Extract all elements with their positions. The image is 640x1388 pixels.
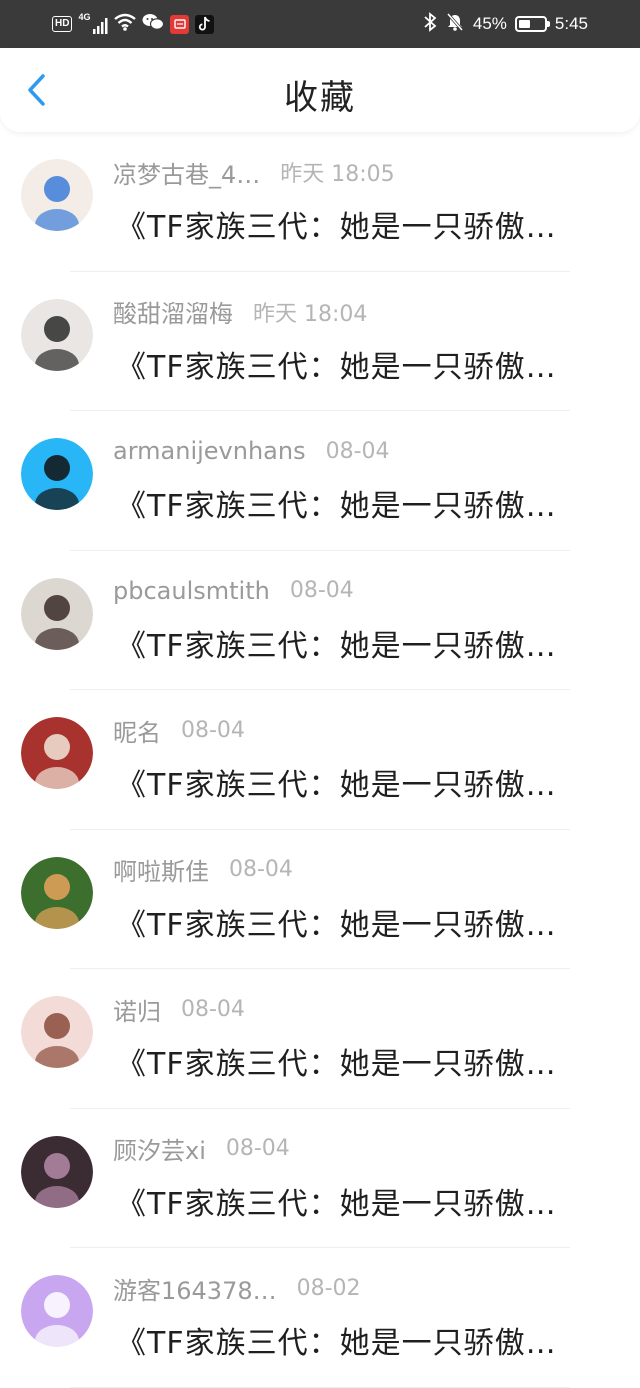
item-title[interactable]: 《TF家族三代：她是一只骄傲… xyxy=(116,202,616,246)
tiktok-icon xyxy=(195,14,215,34)
item-title[interactable]: 《TF家族三代：她是一只骄傲… xyxy=(116,1179,616,1223)
timestamp: 08-02 xyxy=(296,1275,361,1301)
bluetooth-icon xyxy=(423,11,437,37)
item-meta: 诺归 08-04 xyxy=(113,992,245,1027)
status-right: 45% 5:45 xyxy=(423,11,588,37)
item-title[interactable]: 《TF家族三代：她是一只骄傲… xyxy=(116,621,616,665)
username[interactable]: 啊啦斯佳 xyxy=(113,852,209,887)
cellular-signal-icon: 4G xyxy=(78,12,108,34)
favorites-list: 凉梦古巷_4… 昨天 18:05 《TF家族三代：她是一只骄傲… 酸甜溜溜梅 昨… xyxy=(0,132,640,1388)
item-title[interactable]: 《TF家族三代：她是一只骄傲… xyxy=(116,342,616,386)
list-item[interactable]: armanijevnhans 08-04 《TF家族三代：她是一只骄傲… xyxy=(0,411,640,551)
list-item[interactable]: 昵名 08-04 《TF家族三代：她是一只骄傲… xyxy=(0,690,640,830)
avatar[interactable] xyxy=(21,159,93,231)
status-left: HD 4G xyxy=(52,12,215,36)
timestamp: 08-04 xyxy=(225,1136,290,1161)
username[interactable]: 顾汐芸xi xyxy=(113,1131,206,1166)
page-header: 收藏 xyxy=(0,48,640,132)
username[interactable]: pbcaulsmtith xyxy=(113,577,270,605)
list-item[interactable]: pbcaulsmtith 08-04 《TF家族三代：她是一只骄傲… xyxy=(0,551,640,690)
item-meta: armanijevnhans 08-04 xyxy=(113,435,390,467)
username[interactable]: 诺归 xyxy=(113,992,161,1027)
username[interactable]: 昵名 xyxy=(113,713,161,748)
timestamp: 08-04 xyxy=(181,996,245,1022)
timestamp: 08-04 xyxy=(229,857,293,882)
username[interactable]: 凉梦古巷_4… xyxy=(113,155,260,190)
list-item[interactable]: 顾汐芸xi 08-04 《TF家族三代：她是一只骄傲… xyxy=(0,1109,640,1248)
wechat-icon xyxy=(142,13,165,36)
list-item[interactable]: 游客164378… 08-02 《TF家族三代：她是一只骄傲… xyxy=(0,1248,640,1388)
avatar[interactable] xyxy=(21,438,93,510)
avatar[interactable] xyxy=(21,1275,93,1347)
mute-bell-icon xyxy=(445,12,465,37)
username[interactable]: armanijevnhans xyxy=(113,437,306,465)
battery-percent: 45% xyxy=(472,14,507,33)
list-item[interactable]: 啊啦斯佳 08-04 《TF家族三代：她是一只骄傲… xyxy=(0,830,640,969)
avatar[interactable] xyxy=(21,298,93,371)
item-title[interactable]: 《TF家族三代：她是一只骄傲… xyxy=(116,1039,616,1083)
timestamp: 08-04 xyxy=(181,717,245,743)
item-title[interactable]: 《TF家族三代：她是一只骄傲… xyxy=(116,900,616,944)
status-bar: HD 4G 45% 5:45 xyxy=(0,0,640,48)
avatar[interactable] xyxy=(21,717,93,789)
timestamp: 昨天 18:05 xyxy=(280,162,395,187)
timestamp: 08-04 xyxy=(289,578,354,603)
avatar[interactable] xyxy=(21,856,93,929)
app-notification-icon xyxy=(170,14,190,34)
divider xyxy=(70,1386,570,1388)
item-meta: 酸甜溜溜梅 昨天 18:04 xyxy=(113,296,367,328)
clock: 5:45 xyxy=(554,14,588,33)
item-meta: 游客164378… 08-02 xyxy=(113,1271,361,1306)
item-title[interactable]: 《TF家族三代：她是一只骄傲… xyxy=(116,1318,616,1362)
username[interactable]: 游客164378… xyxy=(113,1271,277,1306)
item-meta: 昵名 08-04 xyxy=(113,713,245,748)
avatar[interactable] xyxy=(21,577,93,650)
network-type-label: 4G xyxy=(78,12,91,22)
item-meta: 凉梦古巷_4… 昨天 18:05 xyxy=(113,155,395,190)
list-item[interactable]: 诺归 08-04 《TF家族三代：她是一只骄傲… xyxy=(0,969,640,1109)
list-item[interactable]: 酸甜溜溜梅 昨天 18:04 《TF家族三代：她是一只骄傲… xyxy=(0,272,640,411)
avatar[interactable] xyxy=(21,1135,93,1208)
username[interactable]: 酸甜溜溜梅 xyxy=(113,294,233,329)
page-title: 收藏 xyxy=(284,78,356,118)
item-meta: pbcaulsmtith 08-04 xyxy=(113,575,354,607)
list-item[interactable]: 凉梦古巷_4… 昨天 18:05 《TF家族三代：她是一只骄傲… xyxy=(0,132,640,272)
battery-fill xyxy=(518,20,530,28)
timestamp: 08-04 xyxy=(325,438,390,464)
item-title[interactable]: 《TF家族三代：她是一只骄傲… xyxy=(116,481,616,525)
wifi-icon xyxy=(114,13,137,36)
battery-icon xyxy=(514,16,550,32)
item-meta: 啊啦斯佳 08-04 xyxy=(113,854,293,886)
hd-badge: HD xyxy=(52,16,73,32)
item-title[interactable]: 《TF家族三代：她是一只骄傲… xyxy=(116,760,616,804)
avatar[interactable] xyxy=(21,996,93,1068)
timestamp: 昨天 18:04 xyxy=(253,301,368,327)
item-meta: 顾汐芸xi 08-04 xyxy=(113,1133,290,1165)
